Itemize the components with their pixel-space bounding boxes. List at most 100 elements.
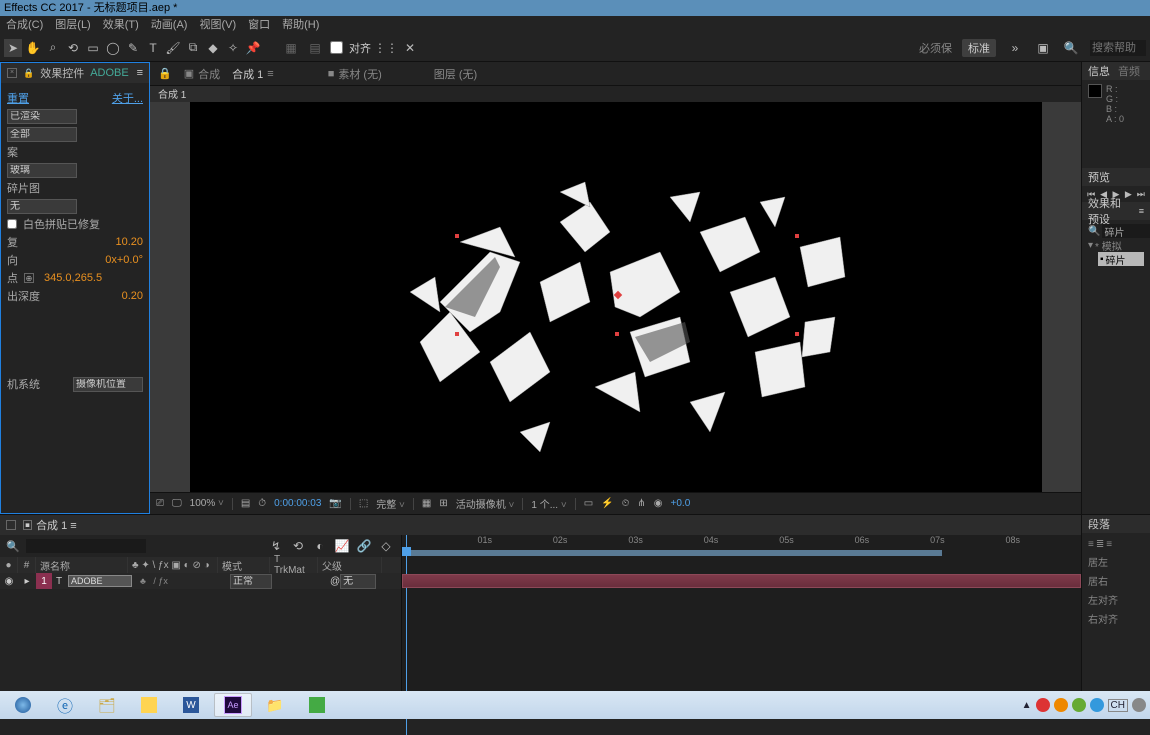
3d-icon[interactable]: ◉	[654, 498, 663, 509]
tray-icon[interactable]	[1036, 698, 1050, 712]
timeline-layer-row[interactable]: ◉ ▸ 1 T ADOBE ♣ / ƒx 正常 @无	[0, 573, 401, 589]
guides-icon[interactable]: ⊞	[439, 498, 447, 509]
menu-animation[interactable]: 动画(A)	[151, 16, 188, 34]
align-center-icon[interactable]: ≣	[1096, 539, 1104, 550]
tl-collapse-icon[interactable]: ⟲	[289, 537, 307, 555]
effect-reset-link[interactable]: 重置	[7, 90, 29, 106]
col-parent[interactable]: 父级	[318, 557, 382, 573]
align-left-icon[interactable]: ≡	[1088, 539, 1094, 550]
footage-tab[interactable]: ■素材 (无)	[328, 66, 382, 82]
zoom-dropdown[interactable]: 100%	[190, 498, 224, 509]
menu-composition[interactable]: 合成(C)	[6, 16, 43, 34]
notes-icon[interactable]	[130, 693, 168, 717]
para-opt[interactable]: 左对齐	[1088, 592, 1144, 607]
puppet-tool-icon[interactable]: 📌	[244, 39, 262, 57]
tl-blur-icon[interactable]: ◐	[311, 537, 329, 555]
work-area-bar[interactable]	[402, 550, 942, 556]
comp-breadcrumb[interactable]: 合成 1	[150, 86, 230, 102]
hand-tool-icon[interactable]: ✋	[24, 39, 42, 57]
current-time[interactable]: 0:00:00:03	[274, 498, 321, 509]
layer-name[interactable]: ADOBE	[68, 575, 132, 587]
help-search-input[interactable]	[1090, 40, 1146, 56]
align-right-icon[interactable]: ≡	[1106, 539, 1112, 550]
lock-icon[interactable]: 🔒	[23, 68, 34, 79]
timeline-search-input[interactable]	[26, 539, 146, 553]
tray-icon[interactable]	[1132, 698, 1146, 712]
region-icon[interactable]: ⬚	[359, 498, 368, 509]
comp-none-tab[interactable]: ▣合成	[184, 66, 220, 82]
preview-tab[interactable]: 预览	[1088, 169, 1110, 185]
camera-sys-select[interactable]: 摄像机位置	[73, 377, 143, 392]
panel-close-icon[interactable]	[6, 520, 16, 530]
fast-preview-icon[interactable]: ⚡	[601, 498, 613, 509]
tray-icon[interactable]	[1090, 698, 1104, 712]
sync-icon[interactable]: ▣	[1034, 39, 1052, 57]
view-count-dropdown[interactable]: 1 个...	[531, 496, 566, 511]
folder-icon[interactable]: 📁	[256, 693, 294, 717]
tl-marker-icon[interactable]: ◇	[377, 537, 395, 555]
col-trkmat[interactable]: T TrkMat	[270, 557, 318, 573]
snap-checkbox[interactable]	[330, 41, 343, 54]
resolution-dropdown[interactable]: 完整	[376, 496, 405, 511]
tl-snap-icon[interactable]: 🔗	[355, 537, 373, 555]
render-select[interactable]: 全部	[7, 127, 77, 142]
layer-duration-bar[interactable]	[402, 574, 1081, 588]
timecode-icon[interactable]: ⏱	[258, 498, 266, 509]
selection-tool-icon[interactable]: ➤	[4, 39, 22, 57]
rect-tool-icon[interactable]: ▭	[84, 39, 102, 57]
pixel-aspect-icon[interactable]: ▭	[584, 498, 593, 509]
last-frame-icon[interactable]: ⏭	[1136, 188, 1146, 200]
type-tool-icon[interactable]: T	[144, 39, 162, 57]
ellipse-tool-icon[interactable]: ◯	[104, 39, 122, 57]
grid-icon[interactable]: ▦	[422, 498, 431, 509]
origin-value[interactable]: 345.0,265.5	[44, 272, 102, 284]
explorer-icon[interactable]: 🗂	[88, 693, 126, 717]
timeline-icon[interactable]: ⏲	[622, 498, 630, 509]
flow-icon[interactable]: ⋔	[637, 498, 645, 509]
tree-category[interactable]: ▾* 模拟	[1088, 238, 1144, 252]
monitor-icon[interactable]: 🖵	[172, 498, 182, 509]
col-source[interactable]: 源名称	[36, 557, 128, 573]
col-mode[interactable]: 模式	[218, 557, 270, 573]
ime-indicator[interactable]: CH	[1108, 699, 1128, 712]
tile-select[interactable]: 无	[7, 199, 77, 214]
workspace-reset-icon[interactable]: »	[1006, 39, 1024, 57]
panel-menu-icon[interactable]: ≡	[137, 67, 143, 79]
shape-mode-icon[interactable]: ▤	[306, 39, 324, 57]
brush-tool-icon[interactable]: 🖌	[164, 39, 182, 57]
parent-select[interactable]: 无	[340, 574, 376, 589]
timeline-comp-tab[interactable]: ▣ 合成 1 ≡	[22, 517, 77, 533]
exposure-value[interactable]: +0.0	[671, 498, 691, 509]
composition-preview[interactable]	[190, 102, 1042, 492]
word-icon[interactable]: W	[172, 693, 210, 717]
start-button[interactable]	[4, 693, 42, 717]
mask-mode-icon[interactable]: ▦	[282, 39, 300, 57]
workspace-dropdown[interactable]: 标准	[962, 39, 996, 57]
para-opt[interactable]: 居左	[1088, 554, 1144, 569]
view-select[interactable]: 已渲染	[7, 109, 77, 124]
pattern-select[interactable]: 玻璃	[7, 163, 77, 178]
menu-help[interactable]: 帮助(H)	[282, 16, 319, 34]
effect-about-link[interactable]: 关于...	[112, 90, 143, 106]
tray-expand-icon[interactable]: ▲	[1022, 700, 1032, 711]
pickwhip-icon[interactable]: @	[330, 576, 340, 587]
eraser-tool-icon[interactable]: ◆	[204, 39, 222, 57]
info-tab[interactable]: 信息	[1088, 63, 1110, 79]
snapshot-icon[interactable]: 📷	[329, 498, 341, 509]
tl-graph-icon[interactable]: 📈	[333, 537, 351, 555]
ie-icon[interactable]: ⓔ	[46, 693, 84, 717]
app-icon[interactable]	[298, 693, 336, 717]
menu-layer[interactable]: 图层(L)	[55, 16, 90, 34]
after-effects-icon[interactable]: Ae	[214, 693, 252, 717]
always-preview-icon[interactable]: ⎚	[156, 498, 164, 509]
menu-window[interactable]: 窗口	[248, 16, 270, 34]
tray-icon[interactable]	[1072, 698, 1086, 712]
visibility-icon[interactable]: ◉	[5, 576, 14, 587]
repeat-value[interactable]: 10.20	[115, 236, 143, 248]
menu-effect[interactable]: 效果(T)	[103, 16, 139, 34]
orbit-tool-icon[interactable]: ⟲	[64, 39, 82, 57]
layer-tab[interactable]: 图层 (无)	[434, 66, 477, 82]
res-toggle-icon[interactable]: ▤	[241, 498, 250, 509]
tree-item-shatter[interactable]: ▪碎片	[1098, 252, 1144, 266]
audio-tab[interactable]: 音频	[1118, 63, 1140, 79]
